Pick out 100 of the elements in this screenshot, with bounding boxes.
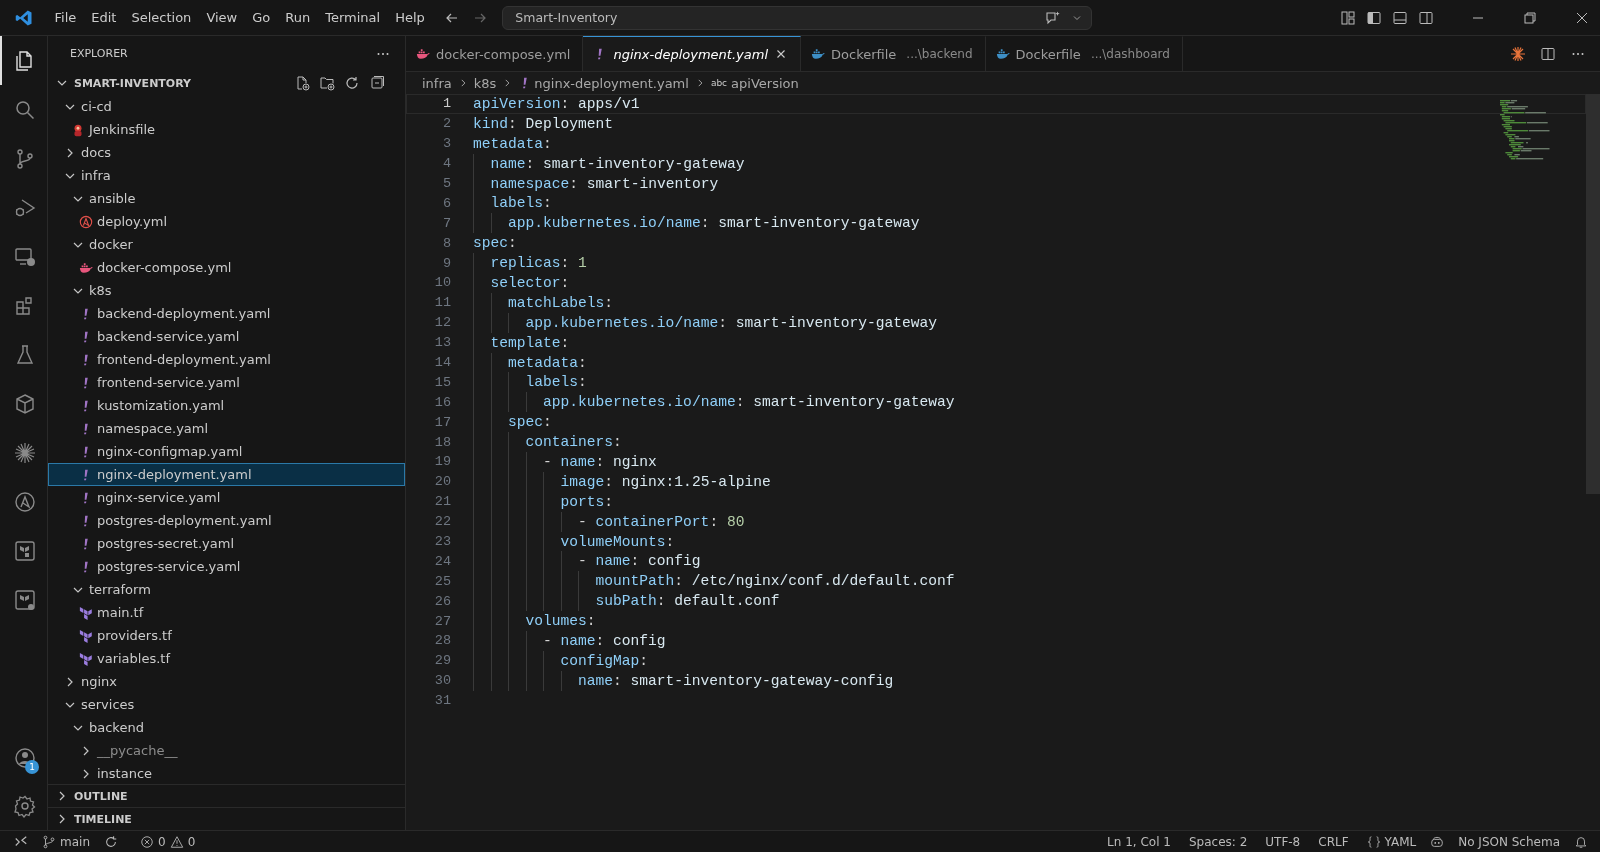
explorer-document[interactable]: nginx-deployment.yaml: [48, 463, 405, 486]
explorer-document[interactable]: frontend-service.yaml: [48, 371, 405, 394]
explorer-document[interactable]: backend-deployment.yaml: [48, 302, 405, 325]
language-status[interactable]: YAML: [1362, 834, 1421, 849]
line-number: 13: [433, 335, 451, 351]
explorer-folder[interactable]: ansible: [48, 187, 405, 210]
workspace-header[interactable]: SMART-INVENTORY: [54, 75, 192, 91]
explorer-document[interactable]: nginx-service.yaml: [48, 486, 405, 509]
symbol-icon: abc: [710, 78, 728, 88]
code-line: - name: config: [578, 553, 701, 570]
sparkle-icon: [12, 440, 37, 465]
search-field[interactable]: Smart-Inventory: [502, 5, 1093, 30]
indentation-status[interactable]: Spaces: 2: [1184, 834, 1252, 849]
explorer-folder[interactable]: instance: [48, 762, 405, 784]
explorer-document[interactable]: nginx-configmap.yaml: [48, 440, 405, 463]
notification-badge: 1: [25, 760, 39, 774]
copilot-icon[interactable]: [1430, 834, 1445, 849]
sparkle-icon[interactable]: [1510, 45, 1526, 62]
explorer-folder[interactable]: __pycache__: [48, 739, 405, 762]
explorer-document[interactable]: namespace.yaml: [48, 417, 405, 440]
explorer-document[interactable]: deploy.yml: [48, 210, 405, 233]
bell-icon[interactable]: [1574, 834, 1588, 849]
explorer-folder[interactable]: backend: [48, 716, 405, 739]
explorer-document[interactable]: main.tf: [48, 601, 405, 624]
explorer-document[interactable]: docker-compose.yml: [48, 256, 405, 279]
explorer-folder[interactable]: ci-cd: [48, 95, 405, 118]
explorer-document[interactable]: postgres-secret.yaml: [48, 532, 405, 555]
line-number: 20: [433, 474, 451, 490]
explorer-folder[interactable]: k8s: [48, 279, 405, 302]
explorer-document[interactable]: postgres-deployment.yaml: [48, 509, 405, 532]
refresh-icon[interactable]: [344, 75, 360, 91]
explorer-document[interactable]: kustomization.yaml: [48, 394, 405, 417]
explorer-document[interactable]: postgres-service.yaml: [48, 555, 405, 578]
editor-tab[interactable]: nginx-deployment.yaml: [583, 36, 802, 71]
explorer-folder[interactable]: docker: [48, 233, 405, 256]
explorer-document[interactable]: variables.tf: [48, 647, 405, 670]
whale-icon: [995, 47, 1010, 61]
breadcrumb-item[interactable]: apiVersion: [731, 75, 799, 91]
menu-item[interactable]: Run: [277, 6, 318, 29]
explorer-folder[interactable]: docs: [48, 141, 405, 164]
line-ending-status[interactable]: CRLF: [1314, 834, 1353, 849]
editor-tab[interactable]: Dockerfile ...\backend: [801, 36, 986, 71]
explorer-document[interactable]: frontend-deployment.yaml: [48, 348, 405, 371]
code-line: spec:: [508, 414, 552, 431]
menu-item[interactable]: Selection: [123, 6, 199, 29]
code-line: containers:: [525, 434, 622, 451]
code-line: labels:: [525, 374, 587, 391]
split-editor-icon[interactable]: [1540, 45, 1556, 62]
encoding-status[interactable]: UTF-8: [1261, 834, 1305, 849]
braces-icon: [1366, 834, 1381, 849]
problems-status[interactable]: 0 0: [136, 834, 200, 849]
explorer-folder[interactable]: infra: [48, 164, 405, 187]
code-line: app.kubernetes.io/name: smart-inventory-gateway: [525, 314, 938, 331]
explorer-folder[interactable]: services: [48, 693, 405, 716]
menu-item[interactable]: Help: [387, 6, 433, 29]
breadcrumb-item[interactable]: infra: [422, 75, 452, 91]
schema-status[interactable]: No JSON Schema: [1454, 834, 1564, 849]
menu-item[interactable]: File: [47, 6, 84, 29]
error-icon: [140, 834, 154, 849]
sync-icon[interactable]: [104, 834, 118, 849]
menu-item[interactable]: Terminal: [317, 6, 388, 29]
menu-item[interactable]: Edit: [83, 6, 124, 29]
secondary-sidebar-icon[interactable]: [1418, 9, 1434, 26]
chat-sparkle-icon[interactable]: [1045, 9, 1062, 26]
branch-icon: [42, 834, 56, 849]
line-number: 7: [441, 215, 451, 231]
collapsed-section-header[interactable]: OUTLINE: [48, 784, 405, 807]
code-line: volumeMounts:: [560, 533, 675, 550]
line-number: 25: [433, 573, 451, 589]
line-number: 28: [433, 633, 451, 649]
menu-item[interactable]: Go: [244, 6, 278, 29]
new-file-icon[interactable]: [294, 75, 310, 91]
line-number: 9: [441, 255, 451, 271]
remote-icon[interactable]: [14, 834, 28, 849]
collapse-all-icon[interactable]: [369, 75, 385, 91]
panel-toggle-icon[interactable]: [1392, 9, 1408, 26]
line-number: 23: [433, 534, 451, 550]
whale-icon: [79, 260, 93, 275]
menu-item[interactable]: View: [198, 6, 245, 29]
code-line: - name: nginx: [543, 453, 657, 470]
code-line: volumes:: [525, 613, 596, 630]
explorer-folder[interactable]: nginx: [48, 670, 405, 693]
explorer-document[interactable]: backend-service.yaml: [48, 325, 405, 348]
breadcrumb-item[interactable]: k8s: [473, 75, 497, 91]
new-folder-icon[interactable]: [319, 75, 335, 91]
editor-tab[interactable]: Dockerfile ...\dashboard: [985, 36, 1183, 71]
explorer-document[interactable]: providers.tf: [48, 624, 405, 647]
cursor-position[interactable]: Ln 1, Col 1: [1103, 834, 1175, 849]
line-number: 6: [441, 195, 451, 211]
explorer-document[interactable]: Jenkinsfile: [48, 118, 405, 141]
whale-icon: [811, 47, 826, 61]
branch-status[interactable]: main: [38, 834, 94, 849]
restore-icon[interactable]: [1522, 9, 1538, 26]
breadcrumb-item[interactable]: nginx-deployment.yaml: [534, 75, 689, 91]
explorer-folder[interactable]: terraform: [48, 578, 405, 601]
code-line: name: smart-inventory-gateway: [490, 155, 745, 172]
layout-icon[interactable]: [1340, 9, 1356, 26]
code-line: metadata:: [508, 354, 587, 371]
code-line: mountPath: /etc/nginx/conf.d/default.conf: [595, 573, 955, 590]
sidebar-toggle-icon[interactable]: [1366, 9, 1382, 26]
